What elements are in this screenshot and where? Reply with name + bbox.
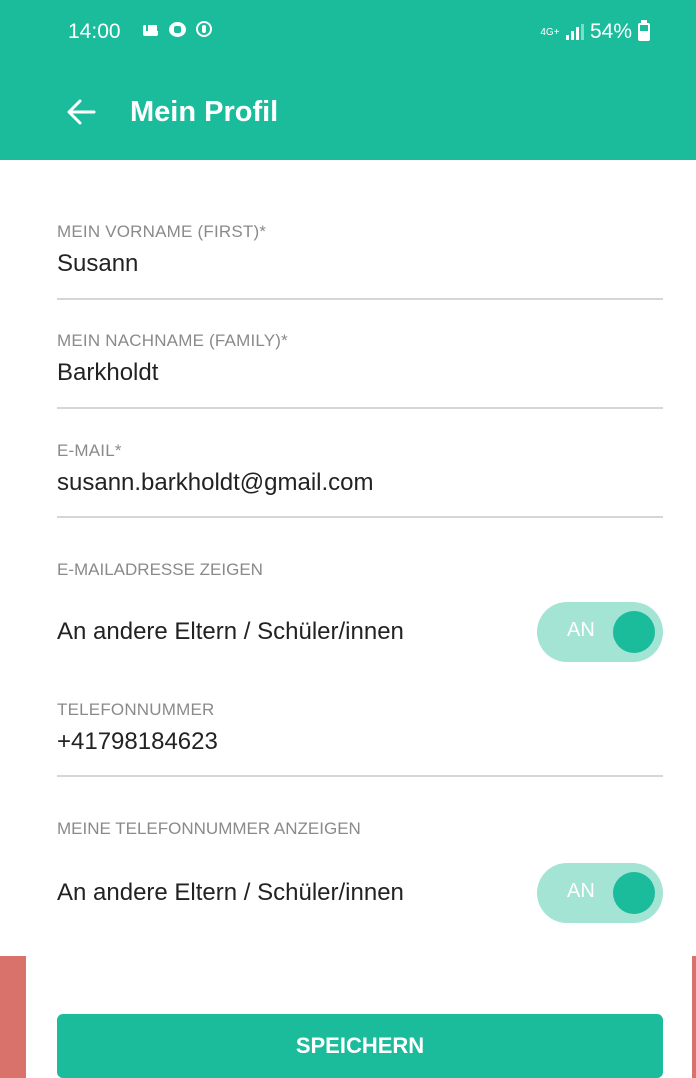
last-name-input[interactable]: Barkholdt: [57, 359, 663, 387]
network-type-icon: 4G+: [540, 26, 560, 38]
chat-icon: [169, 21, 187, 39]
show-email-toggle-knob: [613, 611, 655, 653]
notification-icons: [142, 21, 214, 39]
phone-underline: [57, 775, 663, 777]
background-edge-left-top: [0, 0, 26, 160]
phone-label: TELEFONNUMMER: [57, 700, 215, 719]
save-button[interactable]: SPEICHERN: [57, 1014, 663, 1078]
battery-percentage: 54%: [589, 20, 632, 43]
email-field[interactable]: E-MAIL* susann.barkholdt@gmail.com: [57, 441, 663, 518]
last-name-underline: [57, 407, 663, 409]
phone-input[interactable]: +41798184623: [57, 728, 663, 756]
phone-field[interactable]: TELEFONNUMMER +41798184623: [57, 700, 663, 777]
show-email-row: An andere Eltern / Schüler/innen AN: [57, 602, 663, 662]
arrow-left-icon: [67, 99, 96, 125]
email-underline: [57, 516, 663, 518]
first-name-underline: [57, 298, 663, 300]
show-phone-toggle-knob: [613, 872, 655, 914]
status-time: 14:00: [68, 20, 121, 43]
system-status: 4G+ 54%: [540, 20, 650, 44]
show-phone-toggle[interactable]: AN: [537, 863, 663, 923]
show-email-toggle[interactable]: AN: [537, 602, 663, 662]
status-bar: 14:00 4G+ 54%: [26, 0, 692, 64]
signal-icon: [565, 24, 584, 40]
show-phone-label: MEINE TELEFONNUMMER ANZEIGEN: [57, 819, 361, 838]
background-edge-right-top: [692, 0, 696, 160]
show-email-toggle-text: AN: [567, 619, 595, 641]
show-phone-row: An andere Eltern / Schüler/innen AN: [57, 863, 663, 923]
app-bar: Mein Profil: [26, 64, 692, 160]
show-phone-toggle-text: AN: [567, 880, 595, 902]
page-title: Mein Profil: [130, 96, 279, 128]
email-label: E-MAIL*: [57, 441, 122, 460]
last-name-label: MEIN NACHNAME (FAMILY)*: [57, 331, 288, 350]
show-email-option-label: An andere Eltern / Schüler/innen: [57, 618, 404, 645]
first-name-input[interactable]: Susann: [57, 250, 663, 278]
show-phone-option-label: An andere Eltern / Schüler/innen: [57, 879, 404, 906]
pinterest-icon: [196, 21, 214, 39]
first-name-field[interactable]: MEIN VORNAME (FIRST)* Susann: [57, 222, 663, 300]
last-name-field[interactable]: MEIN NACHNAME (FAMILY)* Barkholdt: [57, 331, 663, 409]
first-name-label: MEIN VORNAME (FIRST)*: [57, 222, 267, 241]
battery-icon: [638, 20, 650, 41]
background-edge-left-bottom: [0, 956, 26, 1078]
show-email-label: E-MAILADRESSE ZEIGEN: [57, 560, 263, 579]
back-button[interactable]: [60, 90, 104, 134]
profile-screen: 14:00 4G+ 54% Mein Profil MEIN VORNAME (…: [26, 0, 692, 1078]
background-edge-right-bottom: [692, 956, 696, 1078]
mail-icon: [142, 21, 160, 39]
email-input[interactable]: susann.barkholdt@gmail.com: [57, 469, 663, 497]
